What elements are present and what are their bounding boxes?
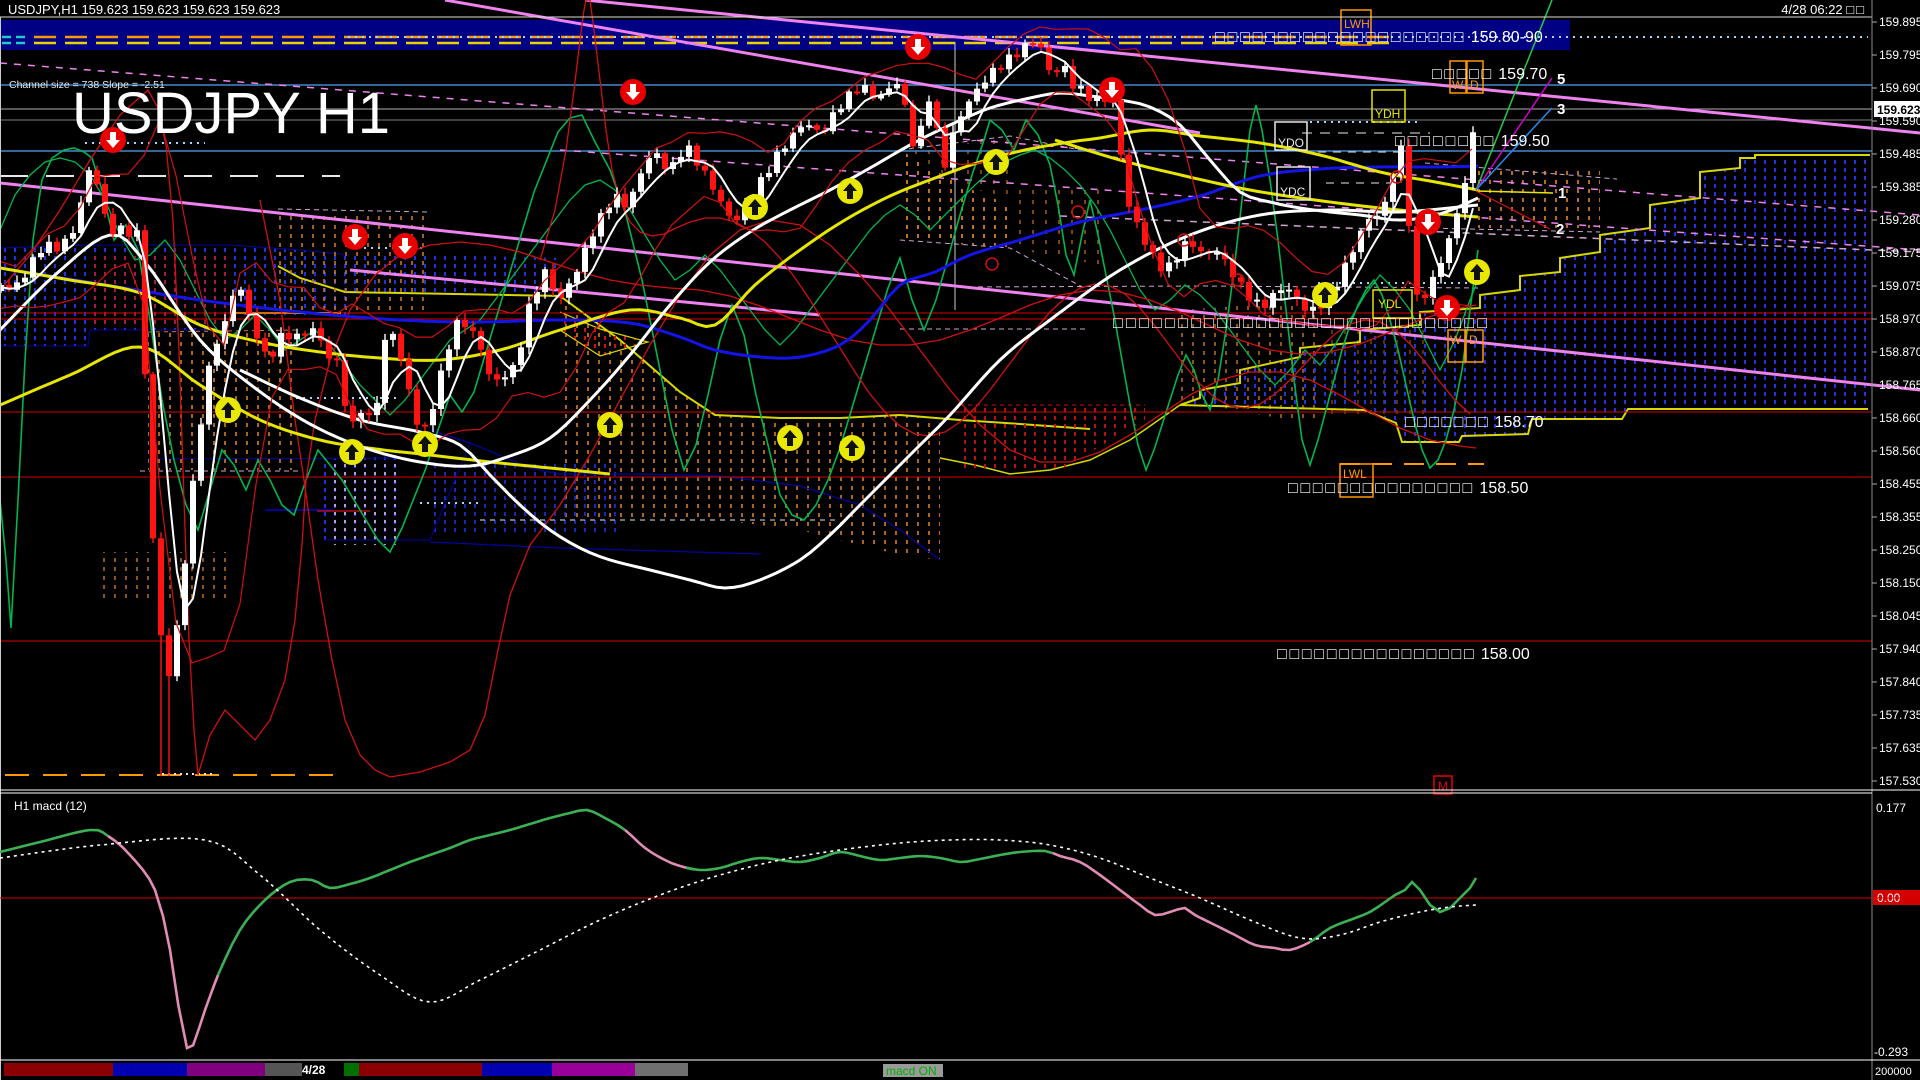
svg-text:158.150: 158.150 — [1879, 576, 1920, 590]
svg-text:159.485: 159.485 — [1879, 147, 1920, 161]
svg-text:H1 macd (12): H1 macd (12) — [14, 799, 87, 813]
svg-text:158.455: 158.455 — [1879, 477, 1920, 491]
svg-text:□□□□□□□ 158.70: □□□□□□□ 158.70 — [1405, 414, 1544, 431]
svg-text:1: 1 — [1558, 185, 1566, 202]
svg-text:158.045: 158.045 — [1879, 609, 1920, 623]
svg-text:□□□□□□□□□□□□□□□□□□□□ 159.80-90: □□□□□□□□□□□□□□□□□□□□ 159.80-90 — [1215, 29, 1543, 46]
svg-text:M: M — [1438, 779, 1448, 793]
svg-text:W: W — [1450, 333, 1462, 347]
svg-text:159.623: 159.623 — [1877, 103, 1920, 117]
svg-text:159.175: 159.175 — [1879, 246, 1920, 260]
svg-text:YDH: YDH — [1375, 107, 1400, 121]
svg-text:158.355: 158.355 — [1879, 510, 1920, 524]
svg-text:□□□□□ 159.70: □□□□□ 159.70 — [1432, 66, 1547, 83]
svg-text:macd ON: macd ON — [886, 1064, 937, 1078]
svg-text:159.690: 159.690 — [1879, 81, 1920, 95]
svg-text:□□□□□□□□□□□□□□□□□□□□□□□□□□□□□: □□□□□□□□□□□□□□□□□□□□□□□□□□□□□ — [1113, 315, 1490, 332]
svg-text:2: 2 — [1556, 221, 1564, 238]
svg-text:D: D — [1469, 333, 1478, 347]
svg-text:158.970: 158.970 — [1879, 312, 1920, 326]
svg-text:4/28: 4/28 — [302, 1063, 326, 1077]
svg-text:5: 5 — [1557, 71, 1565, 88]
svg-text:157.635: 157.635 — [1879, 741, 1920, 755]
svg-text:158.250: 158.250 — [1879, 543, 1920, 557]
svg-text:159.385: 159.385 — [1879, 180, 1920, 194]
svg-text:□□□□□□□□ 159.50: □□□□□□□□ 159.50 — [1395, 133, 1550, 150]
svg-text:4/28 06:22 □□: 4/28 06:22 □□ — [1781, 2, 1866, 17]
svg-text:200000: 200000 — [1875, 1066, 1912, 1078]
svg-text:159.280: 159.280 — [1879, 213, 1920, 227]
svg-text:159.895: 159.895 — [1879, 15, 1920, 29]
svg-text:159.075: 159.075 — [1879, 279, 1920, 293]
svg-text:158.765: 158.765 — [1879, 378, 1920, 392]
svg-text:YDO: YDO — [1278, 136, 1304, 150]
svg-text:157.840: 157.840 — [1879, 675, 1920, 689]
svg-text:YDC: YDC — [1280, 185, 1306, 199]
svg-text:YDL: YDL — [1378, 297, 1402, 311]
svg-text:157.530: 157.530 — [1879, 774, 1920, 788]
svg-text:LWL: LWL — [1343, 467, 1367, 481]
svg-text:□□□□□□□□□□□□□□□ 158.50: □□□□□□□□□□□□□□□ 158.50 — [1288, 480, 1528, 497]
svg-text:158.560: 158.560 — [1879, 444, 1920, 458]
svg-text:□□□□□□□□□□□□□□□□ 158.00: □□□□□□□□□□□□□□□□ 158.00 — [1277, 646, 1530, 663]
svg-text:158.660: 158.660 — [1879, 411, 1920, 425]
svg-text:157.735: 157.735 — [1879, 708, 1920, 722]
svg-text:0.177: 0.177 — [1876, 801, 1906, 815]
svg-text:159.795: 159.795 — [1879, 48, 1920, 62]
svg-text:158.870: 158.870 — [1879, 345, 1920, 359]
svg-text:-0.293: -0.293 — [1874, 1045, 1908, 1059]
svg-text:3: 3 — [1557, 101, 1565, 118]
svg-text:USDJPY H1: USDJPY H1 — [72, 81, 390, 146]
svg-text:USDJPY,H1 159.623 159.623 159: USDJPY,H1 159.623 159.623 159.623 159.62… — [8, 2, 280, 17]
svg-text:157.940: 157.940 — [1879, 642, 1920, 656]
